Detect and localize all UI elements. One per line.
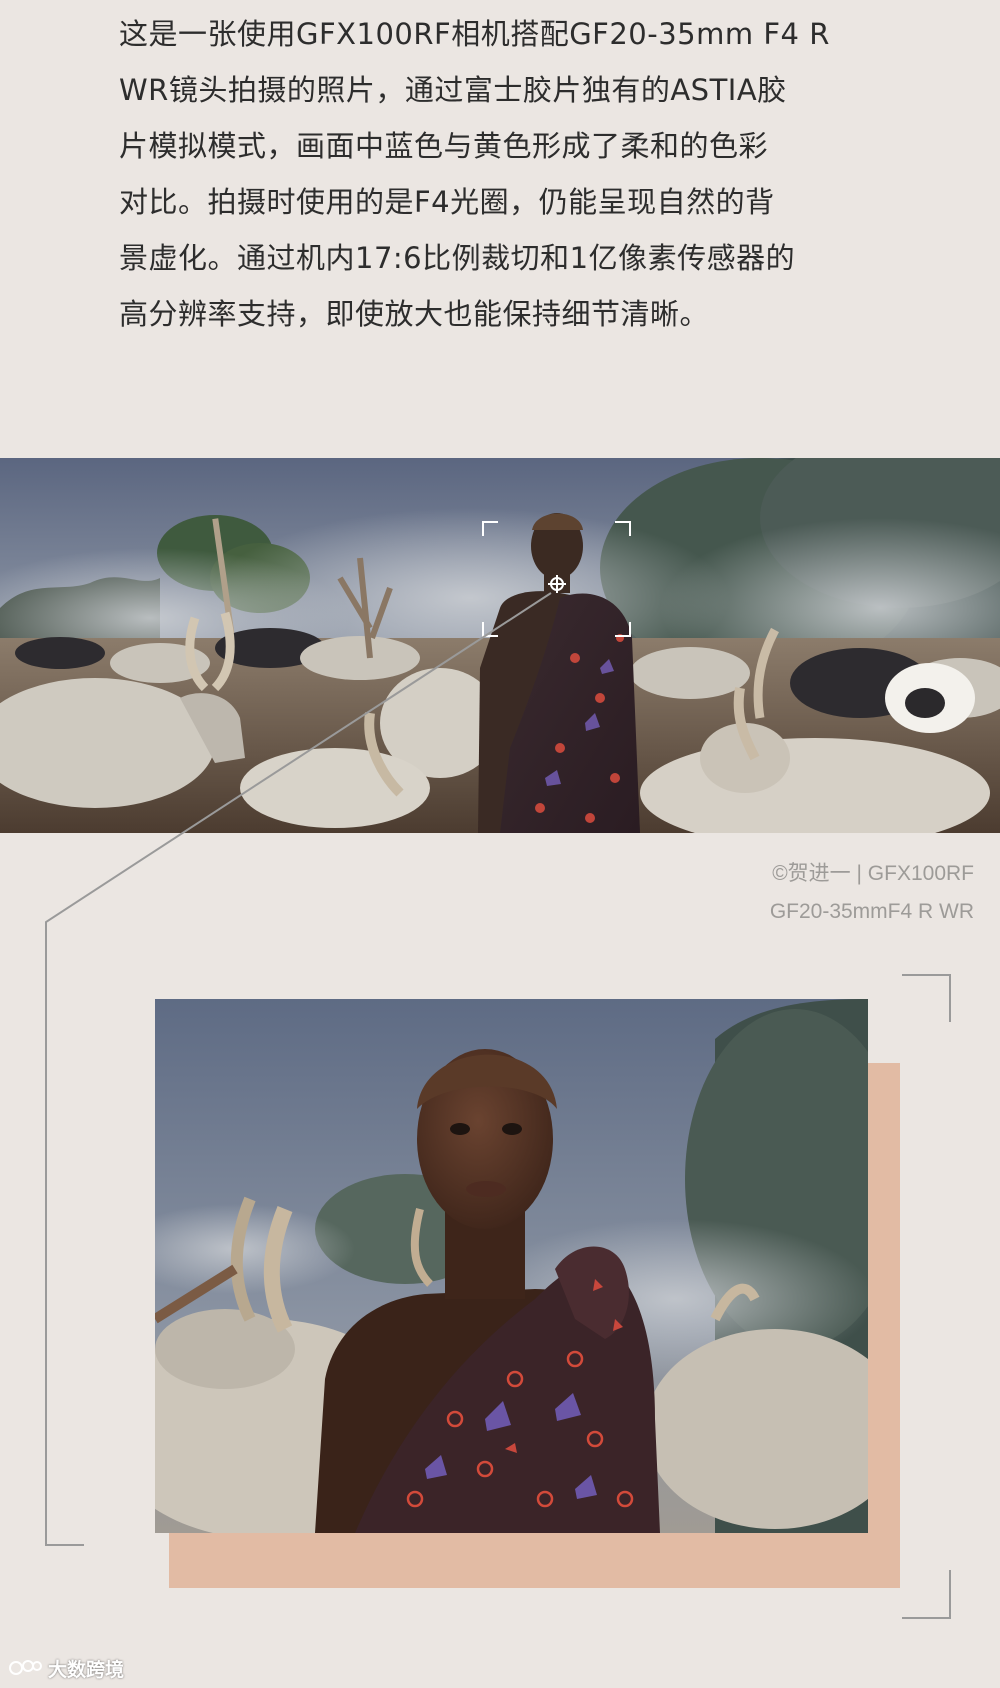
intro-line: 高分辨率支持，即使放大也能保持细节清晰。 [119,297,710,331]
intro-line: WR镜头拍摄的照片，通过富士胶片独有的ASTIA胶 [119,73,787,107]
credit-lens: GF20-35mmF4 R WR [769,900,974,923]
intro-line: 这是一张使用GFX100RF相机搭配GF20-35mm F4 R [119,17,830,51]
panorama-photo [0,458,1000,833]
intro-line: 片模拟模式，画面中蓝色与黄色形成了柔和的色彩 [119,129,769,163]
intro-line: 对比。拍摄时使用的是F4光圈，仍能呈现自然的背 [119,185,775,219]
closeup-photo [155,999,868,1533]
credit-author-camera: ©贺进一 | GFX100RF [772,862,974,885]
photo-credit: ©贺进一 | GFX100RF GF20-35mmF4 R WR [770,855,974,931]
frame-corner-top-right [902,974,951,1022]
intro-line: 景虚化。通过机内17:6比例裁切和1亿像素传感器的 [119,241,796,275]
watermark: 大数跨境 [8,1654,124,1682]
frame-corner-bottom-right [902,1570,951,1619]
brand-logo-icon [9,1660,42,1675]
intro-paragraph: 这是一张使用GFX100RF相机搭配GF20-35mm F4 R WR镜头拍摄的… [119,6,831,342]
watermark-text: 大数跨境 [48,1658,125,1681]
